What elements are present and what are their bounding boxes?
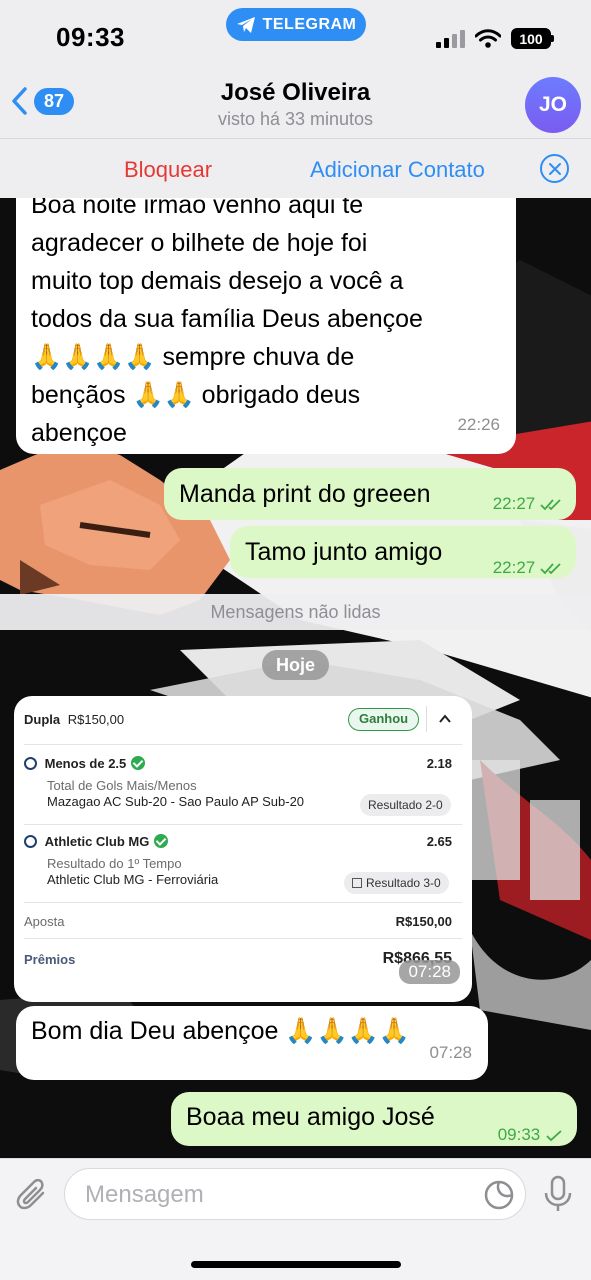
add-contact-button[interactable]: Adicionar Contato — [310, 157, 485, 183]
message-bubble-incoming[interactable]: Boa noite irmão venho aqui te agradecer … — [16, 198, 516, 454]
message-meta: 22:27 — [493, 485, 564, 523]
result-chip: Resultado 3-0 — [344, 872, 449, 894]
battery-level: 100 — [519, 30, 543, 47]
status-badge: Ganhou — [348, 708, 420, 731]
selection-odd: 2.65 — [426, 834, 452, 849]
message-time: 07:28 — [429, 1043, 472, 1062]
date-pill: Hoje — [262, 650, 329, 680]
contact-name[interactable]: José Oliveira — [0, 79, 591, 107]
double-check-icon — [540, 562, 561, 574]
message-time: 22:27 — [492, 494, 536, 513]
contact-action-bar: Bloquear Adicionar Contato — [0, 138, 591, 198]
message-time: 09:33 — [497, 1125, 541, 1144]
double-check-icon — [540, 498, 561, 510]
message-line: todos da sua família Deus abençoe — [31, 305, 423, 333]
result-chip-label: Resultado 3-0 — [366, 876, 441, 890]
message-time: 22:27 — [492, 558, 536, 577]
battery-icon: 100 — [511, 28, 554, 49]
chat-area[interactable]: Boa noite irmão venho aqui te agradecer … — [0, 198, 591, 1158]
selection-pick: Athletic Club MG — [44, 834, 150, 849]
football-icon — [24, 835, 37, 848]
selection-market: Total de Gols Mais/Menos — [47, 778, 197, 793]
result-chip: Resultado 2-0 — [360, 794, 451, 816]
top-header: 09:33 TELEGRAM 100 87 José Oliveira vist… — [0, 0, 591, 138]
message-bubble-incoming[interactable]: Bom dia Deu abençoe 🙏🙏🙏🙏 07:28 — [16, 1006, 488, 1080]
message-text: Manda print do greeen — [179, 480, 431, 508]
message-time: 07:28 — [399, 960, 460, 984]
selection-odd: 2.18 — [426, 756, 452, 771]
bet-slip: Dupla R$150,00 Ganhou Menos de 2.5 2.18 … — [24, 702, 462, 1002]
message-bubble-outgoing[interactable]: Manda print do greeen 22:27 — [164, 468, 576, 520]
wifi-icon — [475, 28, 501, 48]
message-line: agradecer o bilhete de hoje foi — [31, 229, 368, 257]
status-time: 09:33 — [56, 22, 125, 52]
message-text: Boaa meu amigo José — [186, 1103, 435, 1131]
paper-plane-icon — [236, 16, 255, 33]
message-line: Boa noite irmão venho aqui te — [31, 198, 364, 219]
message-line: abençoe — [31, 419, 127, 447]
message-input[interactable] — [85, 1179, 465, 1211]
bet-slip-image[interactable]: Dupla R$150,00 Ganhou Menos de 2.5 2.18 … — [14, 696, 472, 1002]
message-meta: 09:33 — [498, 1116, 563, 1154]
football-icon — [24, 757, 37, 770]
stake-value: R$150,00 — [395, 914, 452, 929]
message-text: Bom dia Deu abençoe 🙏🙏🙏🙏 — [31, 1017, 410, 1045]
bet-type: Dupla — [24, 712, 61, 727]
message-line: bençãos 🙏🙏 obrigado deus — [31, 381, 361, 409]
message-text: Tamo junto amigo — [245, 538, 443, 566]
chevron-up-icon[interactable] — [438, 714, 452, 724]
block-button[interactable]: Bloquear — [124, 157, 212, 183]
telegram-pill-label: TELEGRAM — [262, 15, 357, 33]
status-icons: 100 — [436, 28, 554, 49]
check-circle-icon — [154, 834, 169, 848]
message-meta: 22:27 — [493, 549, 564, 587]
selection-pick: Menos de 2.5 — [44, 756, 127, 771]
close-icon[interactable] — [540, 154, 569, 183]
message-time: 22:26 — [457, 415, 500, 434]
microphone-icon[interactable] — [541, 1175, 575, 1213]
bet-stake-header: R$150,00 — [67, 712, 125, 727]
paperclip-icon[interactable] — [16, 1177, 50, 1213]
selection-market: Resultado do 1º Tempo — [47, 856, 182, 871]
stats-icon — [352, 878, 362, 888]
signal-icon — [436, 29, 465, 48]
message-bubble-outgoing[interactable]: Boaa meu amigo José 09:33 — [171, 1092, 577, 1146]
sticker-icon[interactable] — [483, 1179, 515, 1211]
message-field[interactable] — [64, 1168, 526, 1220]
message-bubble-outgoing[interactable]: Tamo junto amigo 22:27 — [230, 526, 576, 578]
message-line: muito top demais desejo a você a — [31, 267, 404, 295]
contact-last-seen: visto há 33 minutos — [217, 109, 374, 129]
home-indicator — [191, 1261, 401, 1268]
message-line: 🙏🙏🙏🙏 sempre chuva de — [31, 343, 355, 371]
unread-messages-divider: Mensagens não lidas — [0, 594, 591, 630]
telegram-pill[interactable]: TELEGRAM — [226, 8, 366, 41]
avatar[interactable]: JO — [525, 77, 581, 133]
check-circle-icon — [131, 756, 146, 770]
check-icon — [546, 1129, 562, 1141]
